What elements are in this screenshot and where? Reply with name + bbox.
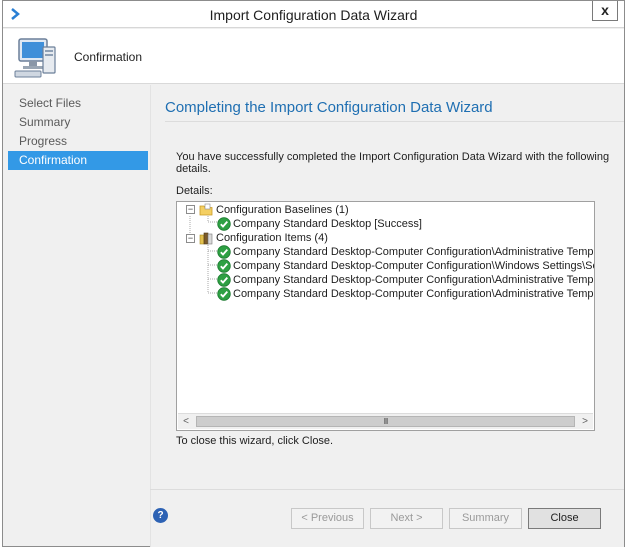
items-expander[interactable]: − (186, 234, 195, 243)
details-label: Details: (176, 185, 213, 197)
wizard-content: Completing the Import Configuration Data… (150, 85, 624, 547)
computer-icon (14, 38, 56, 78)
success-check-icon (217, 245, 231, 259)
tree-node-item-1[interactable]: Company Standard Desktop-Computer Config… (233, 245, 594, 259)
wizard-window: Import Configuration Data Wizard x Confi… (2, 0, 625, 547)
success-check-icon (217, 273, 231, 287)
tree-node-item-4[interactable]: Company Standard Desktop-Computer Config… (233, 287, 594, 301)
nav-item-summary[interactable]: Summary (8, 113, 148, 132)
tree-node-baseline-item[interactable]: Company Standard Desktop [Success] (233, 217, 422, 231)
nav-item-confirmation[interactable]: Confirmation (8, 151, 148, 170)
close-hint: To close this wizard, click Close. (176, 435, 334, 447)
next-button[interactable]: Next > (370, 508, 443, 529)
summary-button[interactable]: Summary (449, 508, 522, 529)
previous-button[interactable]: < Previous (291, 508, 364, 529)
close-button[interactable]: Close (528, 508, 601, 529)
window-close-button[interactable]: x (592, 1, 618, 21)
window-title: Import Configuration Data Wizard (209, 7, 418, 23)
nav-item-select-files[interactable]: Select Files (8, 94, 148, 113)
heading-divider (165, 121, 624, 122)
wizard-header: Confirmation (3, 29, 624, 84)
scroll-thumb[interactable]: III (196, 416, 575, 427)
baselines-expander[interactable]: − (186, 205, 195, 214)
nav-item-progress[interactable]: Progress (8, 132, 148, 151)
footer-divider (150, 489, 624, 490)
help-icon[interactable]: ? (153, 508, 168, 523)
success-check-icon (217, 259, 231, 273)
success-check-icon (217, 287, 231, 301)
title-bar: Import Configuration Data Wizard x (3, 1, 624, 28)
tree-node-items[interactable]: Configuration Items (4) (216, 231, 328, 245)
horizontal-scrollbar[interactable]: < III > (178, 413, 593, 429)
success-message: You have successfully completed the Impo… (176, 151, 610, 175)
configuration-items-icon (199, 232, 213, 245)
tree-node-item-3[interactable]: Company Standard Desktop-Computer Config… (233, 273, 594, 287)
step-title: Confirmation (74, 50, 143, 64)
tree-node-baselines[interactable]: Configuration Baselines (1) (216, 203, 349, 217)
success-check-icon (217, 217, 231, 231)
scroll-right-icon[interactable]: > (577, 414, 593, 429)
page-heading: Completing the Import Configuration Data… (165, 99, 493, 116)
tree-node-item-2[interactable]: Company Standard Desktop-Computer Config… (233, 259, 594, 273)
details-tree[interactable]: − Configuration Baselines (1) Company St… (176, 201, 595, 431)
folder-icon (199, 203, 213, 216)
scroll-left-icon[interactable]: < (178, 414, 194, 429)
wizard-nav: Select Files Summary Progress Confirmati… (8, 94, 148, 170)
